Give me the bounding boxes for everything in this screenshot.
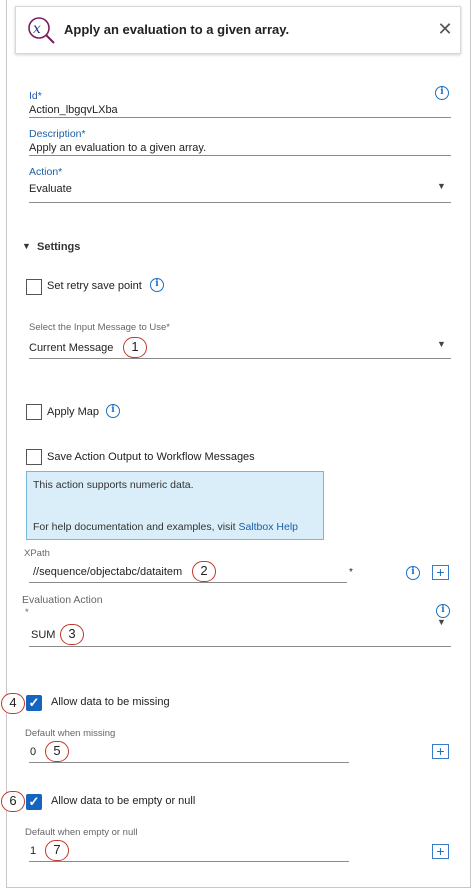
action-select[interactable]: Evaluate <box>29 183 72 195</box>
help-prefix: For help documentation and examples, vis… <box>33 521 239 533</box>
description-label: Description* <box>29 128 86 140</box>
allow-missing-label: Allow data to be missing <box>51 696 170 708</box>
id-underline <box>29 117 451 118</box>
xpath-label: XPath <box>24 548 50 559</box>
save-output-checkbox[interactable] <box>26 449 42 465</box>
action-label: Action* <box>29 166 63 178</box>
function-x-icon: x <box>28 17 55 44</box>
default-empty-input[interactable]: 1 <box>30 845 36 857</box>
callout-badge: 7 <box>45 840 69 861</box>
info-icon[interactable]: i <box>436 604 450 618</box>
callout-badge: 4 <box>1 693 25 714</box>
evaluation-action-select[interactable]: SUM <box>31 629 55 641</box>
add-icon[interactable]: + <box>432 565 449 580</box>
callout-badge: 1 <box>123 337 147 358</box>
chevron-down-icon[interactable]: ▼ <box>22 241 31 251</box>
required-mark: * <box>349 567 353 578</box>
required-mark: * <box>25 607 29 618</box>
info-icon[interactable]: i <box>435 86 449 100</box>
save-output-label: Save Action Output to Workflow Messages <box>47 451 255 463</box>
id-label: Id* <box>29 90 42 102</box>
default-missing-underline <box>29 762 349 763</box>
help-text: For help documentation and examples, vis… <box>33 521 298 533</box>
input-message-label: Select the Input Message to Use* <box>29 322 170 333</box>
saltbox-help-link[interactable]: Saltbox Help <box>238 521 298 533</box>
callout-badge: 6 <box>1 791 25 812</box>
action-underline <box>29 202 451 203</box>
id-input[interactable]: Action_lbgqvLXba <box>29 104 118 116</box>
apply-map-checkbox[interactable] <box>26 404 42 420</box>
default-empty-underline <box>29 861 349 862</box>
default-empty-label: Default when empty or null <box>25 827 138 838</box>
info-icon[interactable]: i <box>150 278 164 292</box>
header-card: x Apply an evaluation to a given array. … <box>15 6 461 54</box>
info-icon[interactable]: i <box>406 566 420 580</box>
apply-map-label: Apply Map <box>47 406 99 418</box>
default-missing-input[interactable]: 0 <box>30 746 36 758</box>
callout-badge: 3 <box>60 624 84 645</box>
xpath-underline <box>29 582 347 583</box>
info-icon[interactable]: i <box>106 404 120 418</box>
info-text: This action supports numeric data. <box>33 479 194 491</box>
input-message-select[interactable]: Current Message <box>29 342 113 354</box>
svg-text:x: x <box>33 21 41 37</box>
default-missing-label: Default when missing <box>25 728 116 739</box>
callout-badge: 5 <box>45 741 69 762</box>
help-info-box: This action supports numeric data. For h… <box>26 471 324 540</box>
settings-heading[interactable]: Settings <box>37 241 80 253</box>
allow-missing-checkbox[interactable]: ✓ <box>26 695 42 711</box>
add-icon[interactable]: + <box>432 744 449 759</box>
xpath-input[interactable]: //sequence/objectabc/dataitem <box>33 566 182 578</box>
chevron-down-icon[interactable]: ▼ <box>437 181 446 191</box>
evaluation-action-underline <box>29 646 451 647</box>
retry-checkbox[interactable] <box>26 279 42 295</box>
allow-empty-label: Allow data to be empty or null <box>51 795 196 807</box>
header-title: Apply an evaluation to a given array. <box>64 22 290 37</box>
chevron-down-icon[interactable]: ▼ <box>437 339 446 349</box>
callout-badge: 2 <box>192 561 216 582</box>
retry-label: Set retry save point <box>47 280 142 292</box>
add-icon[interactable]: + <box>432 844 449 859</box>
description-input[interactable]: Apply an evaluation to a given array. <box>29 142 206 154</box>
allow-empty-checkbox[interactable]: ✓ <box>26 794 42 810</box>
chevron-down-icon[interactable]: ▼ <box>437 617 446 627</box>
description-underline <box>29 155 451 156</box>
close-icon[interactable]: ✕ <box>435 19 455 39</box>
evaluation-action-label: Evaluation Action <box>22 594 103 606</box>
input-message-underline <box>29 358 451 359</box>
